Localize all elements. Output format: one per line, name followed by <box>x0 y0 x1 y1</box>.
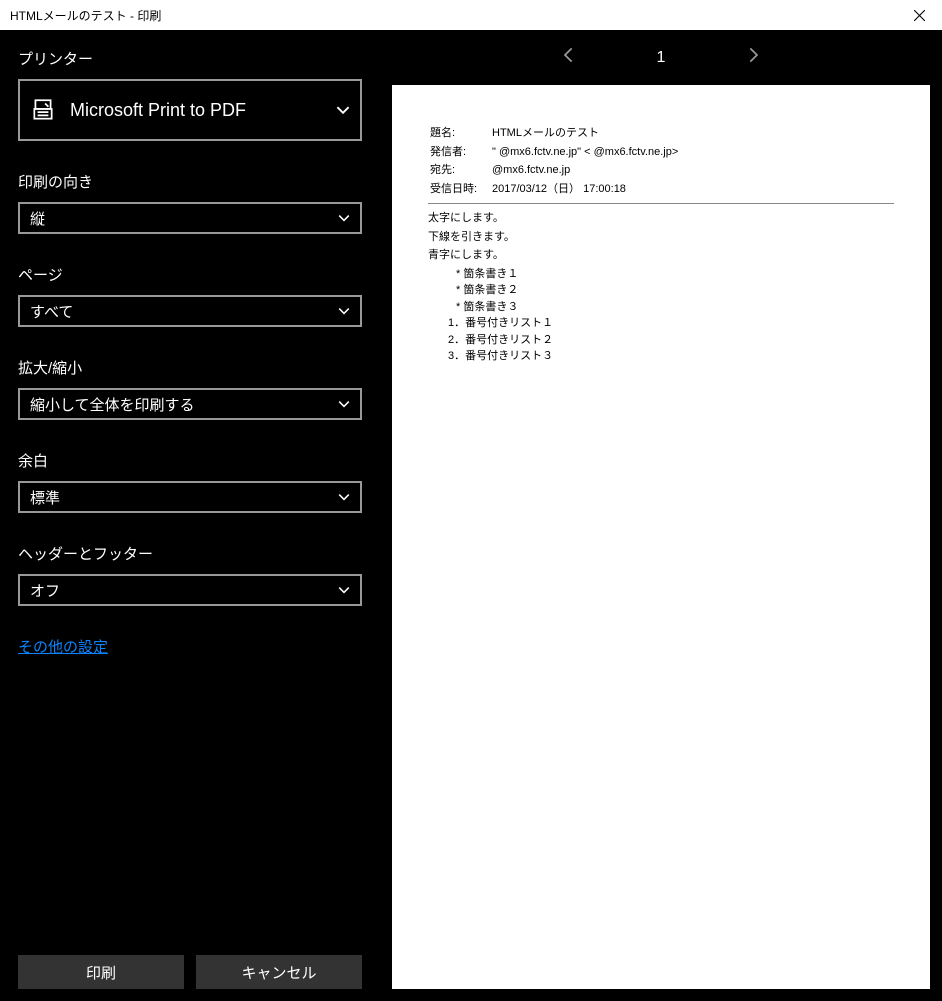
orientation-select[interactable]: 縦 <box>18 202 362 234</box>
bullet-list: 箇条書き１ 箇条書き２ 箇条書き３ <box>456 266 894 316</box>
chevron-down-icon <box>338 305 350 317</box>
email-headers: 題名:HTMLメールのテスト 発信者:" @mx6.fctv.ne.jp" < … <box>428 123 680 199</box>
margins-value: 標準 <box>30 487 60 508</box>
chevron-down-icon <box>338 212 350 224</box>
next-page-button[interactable] <box>740 41 766 74</box>
orientation-value: 縦 <box>30 208 45 229</box>
margins-label: 余白 <box>18 450 362 471</box>
window-title: HTMLメールのテスト - 印刷 <box>10 7 161 24</box>
scale-value: 縮小して全体を印刷する <box>30 394 195 415</box>
ordered-list: 1．番号付きリスト１ 2．番号付きリスト２ 3．番号付きリスト３ <box>448 315 894 365</box>
orientation-label: 印刷の向き <box>18 171 362 192</box>
margins-select[interactable]: 標準 <box>18 481 362 513</box>
chevron-right-icon <box>746 47 760 63</box>
pages-value: すべて <box>30 301 73 322</box>
print-button[interactable]: 印刷 <box>18 955 184 989</box>
header-footer-select[interactable]: オフ <box>18 574 362 606</box>
list-item: 2．番号付きリスト２ <box>448 332 894 349</box>
body-line-bold: 太字にします。 <box>428 210 894 227</box>
list-item: 箇条書き３ <box>456 299 894 316</box>
chevron-down-icon <box>338 491 350 503</box>
printer-icon <box>30 97 56 123</box>
chevron-down-icon <box>338 398 350 410</box>
printer-select[interactable]: Microsoft Print to PDF <box>18 79 362 141</box>
scale-label: 拡大/縮小 <box>18 357 362 378</box>
titlebar: HTMLメールのテスト - 印刷 <box>0 0 942 30</box>
list-item: 箇条書き１ <box>456 266 894 283</box>
list-item: 3．番号付きリスト３ <box>448 348 894 365</box>
prev-page-button[interactable] <box>556 41 582 74</box>
chevron-down-icon <box>338 584 350 596</box>
pages-select[interactable]: すべて <box>18 295 362 327</box>
list-item: 箇条書き２ <box>456 282 894 299</box>
printer-value: Microsoft Print to PDF <box>70 100 246 121</box>
close-icon <box>914 10 925 21</box>
page-number: 1 <box>657 49 666 67</box>
header-footer-value: オフ <box>30 580 60 601</box>
page-preview: 題名:HTMLメールのテスト 発信者:" @mx6.fctv.ne.jp" < … <box>392 85 930 989</box>
print-options-panel: プリンター Microsoft Print to PDF 印刷の向き 縦 <box>0 30 380 1001</box>
printer-label: プリンター <box>18 48 362 69</box>
page-nav: 1 <box>392 30 930 85</box>
list-item: 1．番号付きリスト１ <box>448 315 894 332</box>
chevron-down-icon <box>336 103 350 117</box>
chevron-left-icon <box>562 47 576 63</box>
body-line-blue: 青字にします。 <box>428 247 894 264</box>
cancel-button[interactable]: キャンセル <box>196 955 362 989</box>
close-button[interactable] <box>897 0 942 30</box>
preview-panel: 1 題名:HTMLメールのテスト 発信者:" @mx6.fctv.ne.jp" … <box>380 30 942 1001</box>
scale-select[interactable]: 縮小して全体を印刷する <box>18 388 362 420</box>
pages-label: ページ <box>18 264 362 285</box>
body-line-underline: 下線を引きます。 <box>428 229 894 246</box>
more-settings-link[interactable]: その他の設定 <box>18 636 362 657</box>
header-footer-label: ヘッダーとフッター <box>18 543 362 564</box>
